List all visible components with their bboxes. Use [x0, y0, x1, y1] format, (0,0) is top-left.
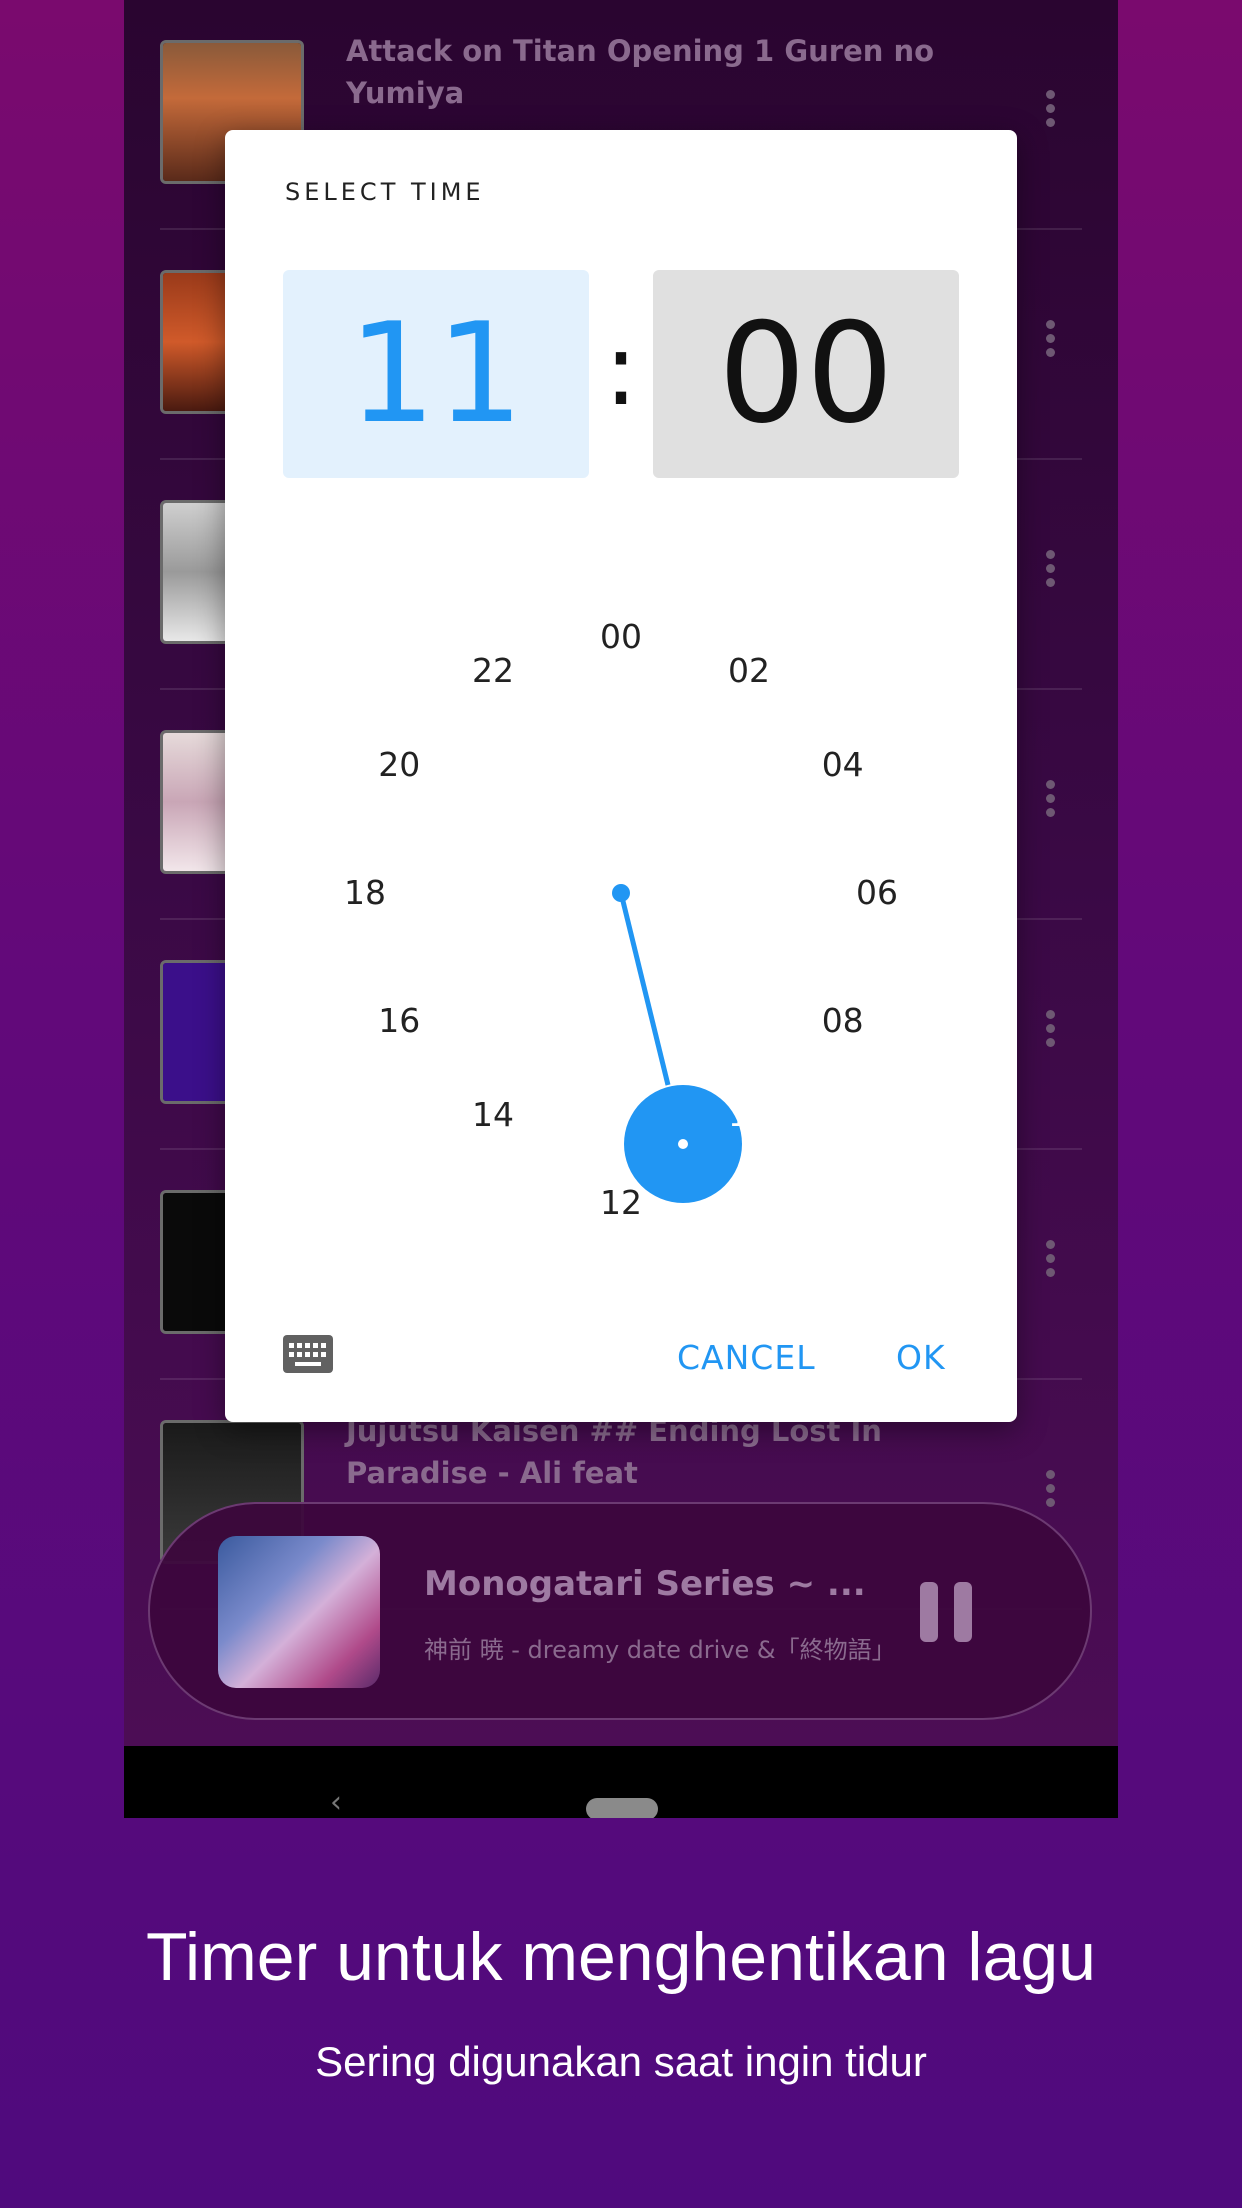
time-picker-dialog: SELECT TIME 11 : 00 00 02 04 06 08 10 12 14 16 18… — [225, 130, 1017, 1422]
dial-number[interactable]: 04 — [803, 745, 883, 785]
promo-title: Timer untuk menghentikan lagu — [145, 1919, 1096, 1995]
keyboard-icon[interactable] — [283, 1335, 333, 1373]
more-options-icon[interactable] — [1044, 90, 1056, 134]
dial-number[interactable]: 12 — [581, 1183, 661, 1223]
dial-number[interactable]: 10 — [709, 1095, 789, 1135]
now-playing-art — [218, 1536, 380, 1688]
ok-button[interactable]: OK — [896, 1338, 946, 1377]
more-options-icon[interactable] — [1044, 320, 1056, 364]
dial-number[interactable]: 22 — [453, 651, 533, 691]
clock-dial[interactable]: 00 02 04 06 08 10 12 14 16 18 20 22 — [225, 130, 1017, 1422]
dial-number[interactable]: 14 — [453, 1095, 533, 1135]
more-options-icon[interactable] — [1044, 550, 1056, 594]
dial-number[interactable]: 02 — [709, 651, 789, 691]
more-options-icon[interactable] — [1044, 1240, 1056, 1284]
pause-icon[interactable] — [920, 1582, 972, 1642]
home-icon[interactable] — [586, 1798, 658, 1818]
dial-number[interactable]: 08 — [803, 1001, 883, 1041]
more-options-icon[interactable] — [1044, 1010, 1056, 1054]
more-options-icon[interactable] — [1044, 1470, 1056, 1514]
song-title: Attack on Titan Opening 1 Guren no Yumiy… — [346, 34, 935, 110]
song-title: Jujutsu Kaisen ## Ending Lost In Paradis… — [346, 1414, 882, 1490]
clock-hand — [612, 884, 742, 1203]
mini-player[interactable]: Monogatari Series ~ ... 神前 暁 - dreamy da… — [148, 1502, 1092, 1720]
now-playing-subtitle: 神前 暁 - dreamy date drive &「終物語」 — [424, 1636, 896, 1664]
dial-number[interactable]: 00 — [581, 617, 661, 657]
dial-number[interactable]: 16 — [359, 1001, 439, 1041]
navigation-bar: ‹ — [124, 1746, 1118, 1818]
more-options-icon[interactable] — [1044, 780, 1056, 824]
back-icon[interactable]: ‹ — [330, 1788, 342, 1818]
now-playing-title: Monogatari Series ~ ... — [424, 1564, 866, 1604]
cancel-button[interactable]: CANCEL — [677, 1338, 816, 1377]
dial-number[interactable]: 18 — [325, 873, 405, 913]
dial-number[interactable]: 20 — [359, 745, 439, 785]
dial-number[interactable]: 06 — [837, 873, 917, 913]
promo-subtitle: Sering digunakan saat ingin tidur — [315, 2038, 927, 2085]
